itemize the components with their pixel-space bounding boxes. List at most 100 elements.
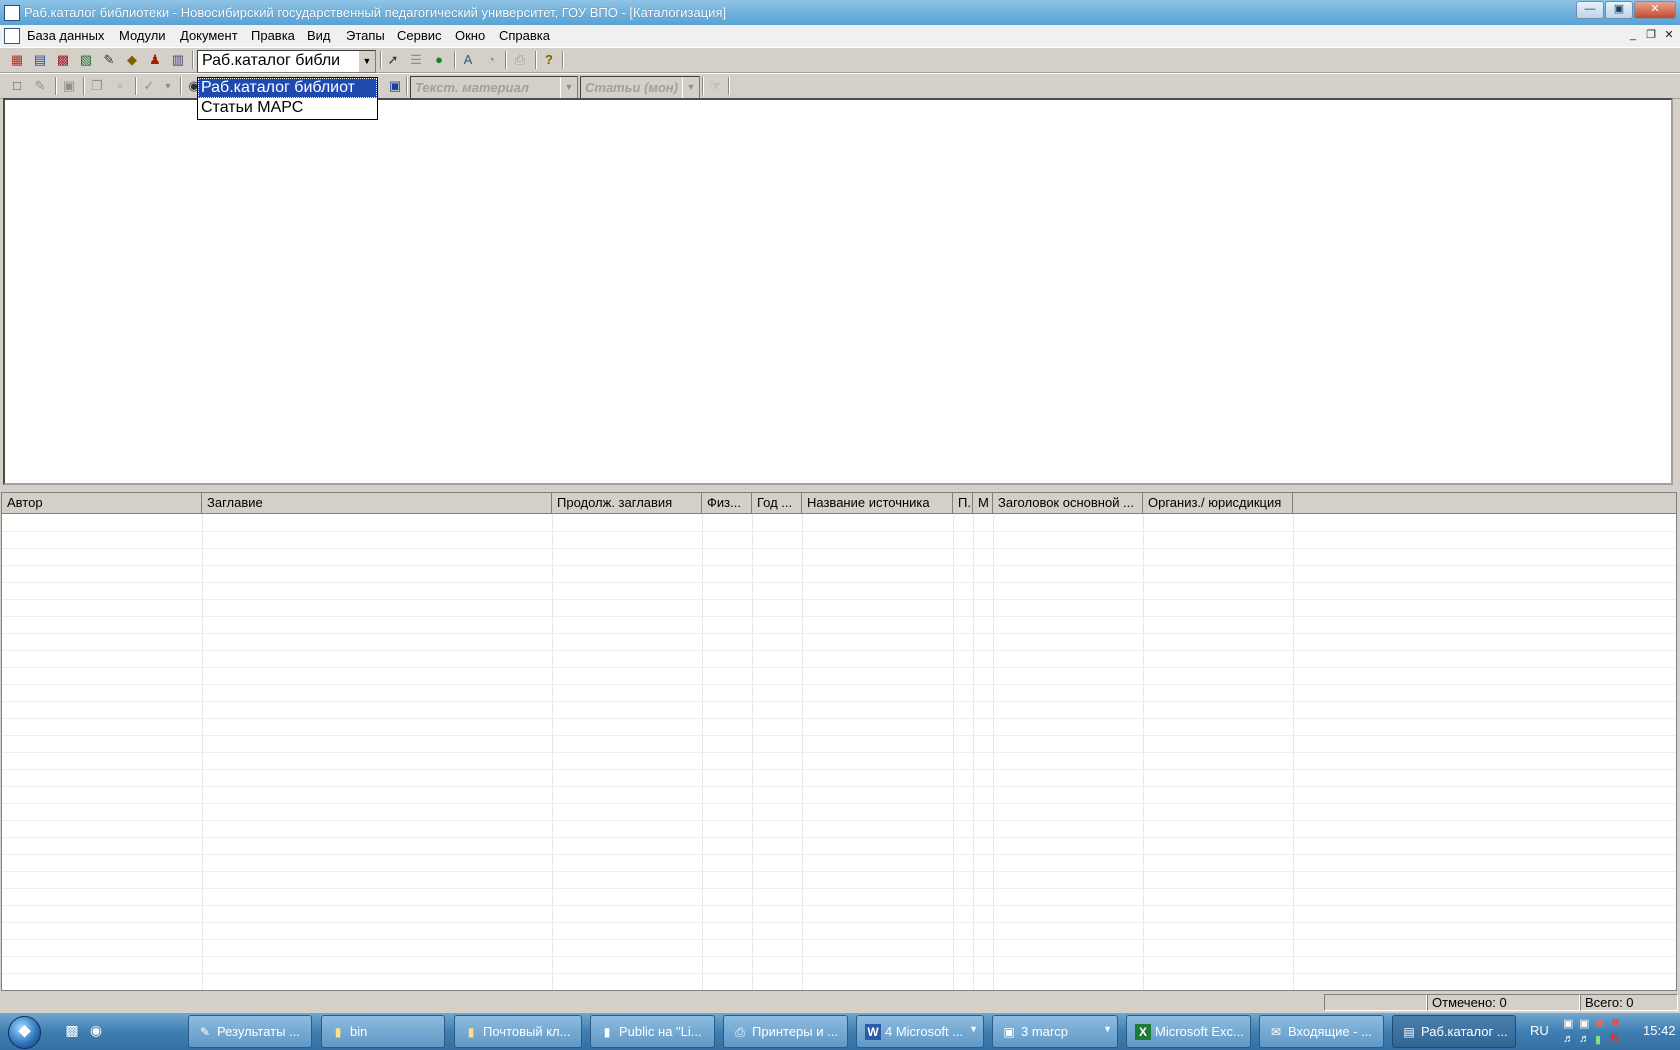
- grid-row-line: [2, 735, 1676, 736]
- catalog-cards-icon[interactable]: ▤: [32, 52, 48, 68]
- grid-row-line: [2, 599, 1676, 600]
- chevron-down-icon[interactable]: ▼: [969, 1024, 978, 1034]
- close-button[interactable]: ✕: [1634, 1, 1676, 19]
- menu-window[interactable]: Окно: [455, 28, 485, 43]
- menu-edit[interactable]: Правка: [251, 28, 295, 43]
- quicklaunch-chart-icon[interactable]: ▩: [64, 1022, 80, 1040]
- printer-icon: ⎙: [514, 52, 526, 67]
- taskbar-button-bin[interactable]: ▮ bin: [321, 1015, 445, 1048]
- app-icon[interactable]: [4, 5, 20, 21]
- dropdown-option-work-catalog[interactable]: Раб.каталог библиот: [198, 78, 377, 98]
- mail-icon: ✉: [1270, 1025, 1282, 1039]
- record-editor-pane[interactable]: [3, 98, 1673, 485]
- start-button[interactable]: ❖: [6, 1013, 46, 1050]
- taskbar-button-inbox[interactable]: ✉ Входящие - ...: [1259, 1015, 1384, 1048]
- taskbar-button-marcp[interactable]: ▣ 3 marcp ▼: [992, 1015, 1118, 1048]
- library-icon[interactable]: ▥: [170, 52, 186, 68]
- shelf-icon[interactable]: ▧: [78, 52, 94, 68]
- grid-row-line: [2, 854, 1676, 855]
- chevron-down-icon[interactable]: ▼: [358, 51, 375, 72]
- taskbar-button-excel[interactable]: X Microsoft Exc...: [1126, 1015, 1251, 1048]
- check-document-icon: ✓: [143, 78, 155, 93]
- column-header-main-heading[interactable]: Заголовок основной ...: [993, 493, 1143, 513]
- clock[interactable]: 15:42: [1643, 1023, 1676, 1038]
- help-icon[interactable]: ?: [541, 52, 557, 68]
- network-icon[interactable]: ▣: [1563, 1017, 1573, 1030]
- records-grid[interactable]: Автор Заглавие Продолж. заглавия Физ... …: [1, 492, 1677, 991]
- reader-icon[interactable]: ✎: [101, 52, 117, 68]
- excel-icon: X: [1135, 1024, 1151, 1040]
- status-marked: Отмечено: 0: [1427, 994, 1580, 1011]
- grid-row-line: [2, 786, 1676, 787]
- database-select[interactable]: Раб.каталог библи ▼: [197, 50, 376, 73]
- column-header-organization[interactable]: Организ./ юрисдикция: [1143, 493, 1293, 513]
- type-select-value: Статьи (мон): [585, 80, 679, 95]
- column-header-physical[interactable]: Физ...: [702, 493, 752, 513]
- pointer-icon[interactable]: ➚: [385, 52, 401, 68]
- taskbar-button-mail-client[interactable]: ▮ Почтовый кл...: [454, 1015, 582, 1048]
- menu-stages[interactable]: Этапы: [346, 28, 385, 43]
- menu-database[interactable]: База данных: [27, 28, 104, 43]
- traffic-light-icon[interactable]: ●: [431, 52, 447, 68]
- menu-view[interactable]: Вид: [307, 28, 331, 43]
- users-icon[interactable]: ♟: [147, 52, 163, 68]
- speedometer-icon: ◔: [487, 52, 495, 67]
- quicklaunch-browser-icon[interactable]: ◉: [88, 1022, 104, 1040]
- grid-row-line: [2, 888, 1676, 889]
- menu-document[interactable]: Документ: [180, 28, 238, 43]
- maximize-button[interactable]: ▣: [1605, 1, 1633, 19]
- grid-row-line: [2, 667, 1676, 668]
- title-bar[interactable]: Раб.каталог библиотеки - Новосибирский г…: [0, 0, 1680, 25]
- language-indicator[interactable]: RU: [1530, 1023, 1549, 1038]
- record-icon[interactable]: ▣: [387, 78, 403, 94]
- mdi-minimize-button[interactable]: _: [1626, 29, 1640, 42]
- eraser-icon[interactable]: ◆: [124, 52, 140, 68]
- column-header-source-name[interactable]: Название источника: [802, 493, 953, 513]
- column-header-p[interactable]: П.: [953, 493, 973, 513]
- speaker-icon[interactable]: ♬: [1579, 1033, 1590, 1045]
- taskbar-button-results[interactable]: ✎ Результаты ...: [188, 1015, 312, 1048]
- mdi-close-button[interactable]: ✕: [1662, 29, 1676, 42]
- printer-icon: ⎙: [735, 1025, 745, 1039]
- mdi-restore-button[interactable]: ❐: [1644, 29, 1658, 42]
- column-header-title[interactable]: Заглавие: [202, 493, 552, 513]
- taskbar-button-word[interactable]: W4 Microsoft ... ▼: [856, 1015, 984, 1048]
- database-select-value: Раб.каталог библи: [202, 52, 341, 69]
- grid-row-line: [2, 905, 1676, 906]
- new-document-icon[interactable]: □: [9, 78, 25, 94]
- column-header-title-continuation[interactable]: Продолж. заглавия: [552, 493, 702, 513]
- font-icon[interactable]: A: [460, 52, 476, 68]
- taskbar-button-public[interactable]: ▮ Public на "Li...: [590, 1015, 715, 1048]
- taskbar-button-catalog[interactable]: ▤ Раб.каталог ...: [1392, 1015, 1516, 1048]
- minimize-button[interactable]: —: [1576, 1, 1604, 19]
- monitor-icon[interactable]: ▣: [1579, 1017, 1589, 1030]
- column-header-author[interactable]: Автор: [2, 493, 202, 513]
- grid-row-line: [2, 769, 1676, 770]
- column-header-year[interactable]: Год ...: [752, 493, 802, 513]
- battery-icon[interactable]: ▮: [1595, 1033, 1601, 1046]
- books-icon[interactable]: ▦: [9, 52, 25, 68]
- document-icon[interactable]: [4, 28, 20, 44]
- grid-row-line: [2, 616, 1676, 617]
- grid-row-line: [2, 837, 1676, 838]
- menu-help[interactable]: Справка: [499, 28, 550, 43]
- taskbar-button-printers[interactable]: ⎙ Принтеры и ...: [723, 1015, 848, 1048]
- windows-logo-icon: ❖: [8, 1016, 41, 1049]
- layers-icon: ☰: [410, 52, 422, 67]
- column-header-m[interactable]: М: [973, 493, 993, 513]
- menu-modules[interactable]: Модули: [119, 28, 166, 43]
- book-stack-icon[interactable]: ▩: [55, 52, 71, 68]
- grid-row-line: [2, 531, 1676, 532]
- grid-row-line: [2, 633, 1676, 634]
- menu-service[interactable]: Сервис: [397, 28, 442, 43]
- grid-row-line: [2, 871, 1676, 872]
- antivirus-icon[interactable]: ◉: [1595, 1016, 1605, 1029]
- volume-icon[interactable]: ♬: [1563, 1033, 1574, 1045]
- chevron-down-icon[interactable]: ▼: [1103, 1024, 1112, 1034]
- grid-row-line: [2, 684, 1676, 685]
- grid-row-line: [2, 820, 1676, 821]
- alert-icon[interactable]: ✖: [1611, 1016, 1620, 1029]
- dropdown-option-articles-mars[interactable]: Статьи МАРС: [198, 98, 377, 118]
- n-app-icon[interactable]: N: [1611, 1032, 1619, 1044]
- grid-row-line: [2, 939, 1676, 940]
